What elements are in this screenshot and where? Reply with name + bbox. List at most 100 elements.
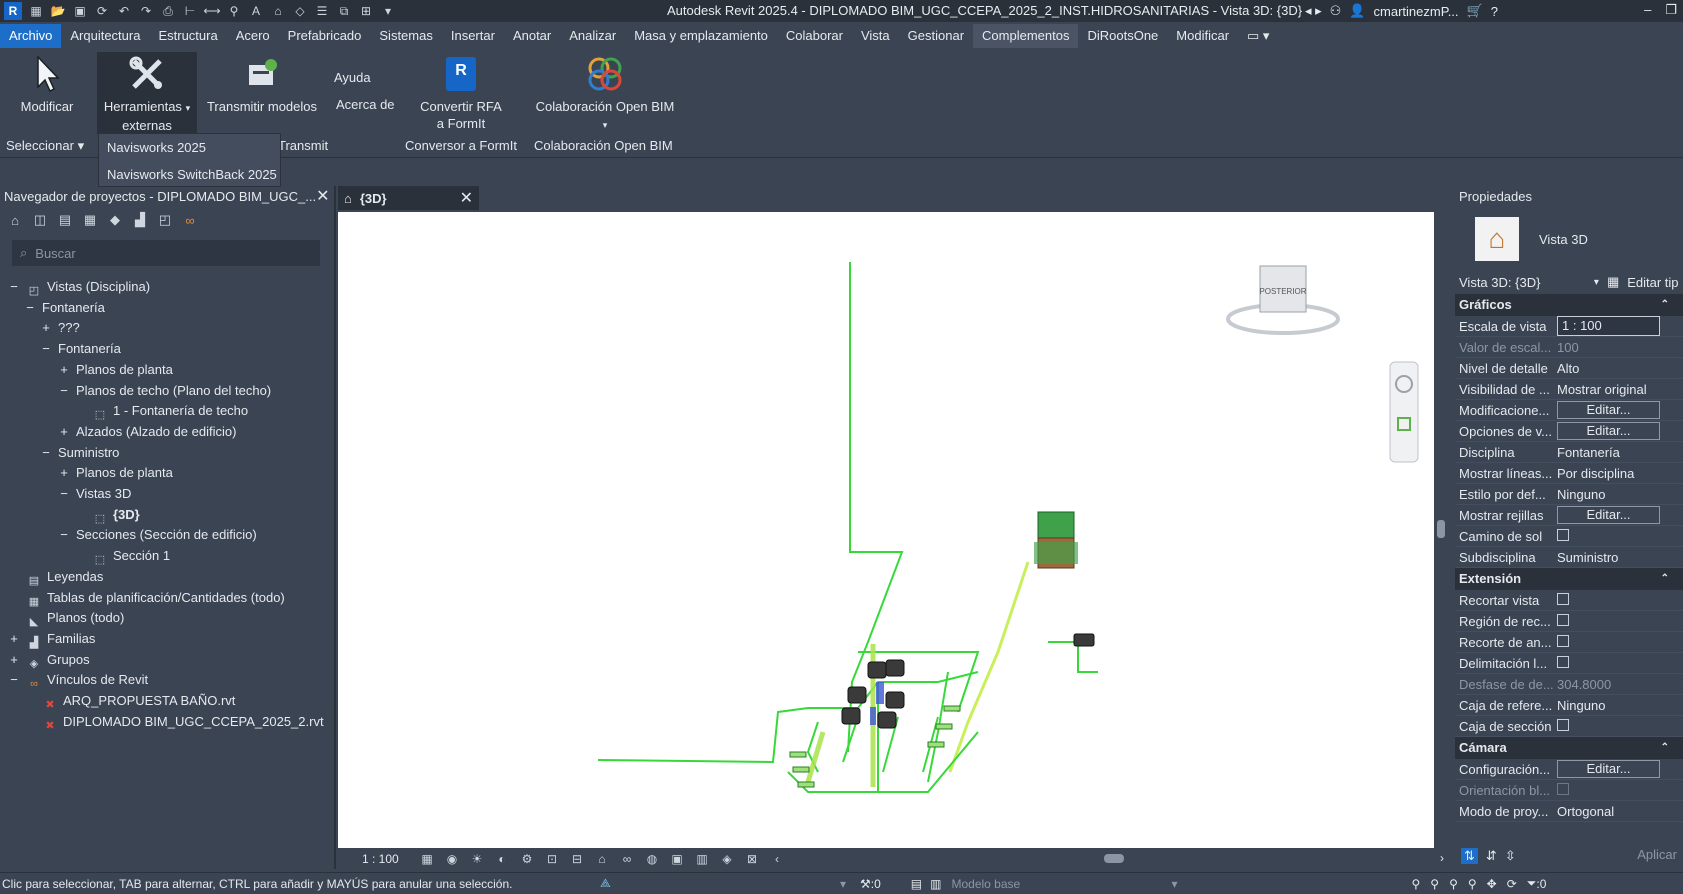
collapse-icon[interactable]: − — [58, 524, 70, 546]
analytical-icon[interactable]: ◈ — [719, 852, 735, 866]
view-3d-icon[interactable]: ◰ — [156, 212, 174, 228]
instance-dropdown[interactable]: Vista 3D: {3D} — [1459, 275, 1586, 290]
property-checkbox[interactable] — [1557, 592, 1569, 605]
filter-icon[interactable]: ⏷ — [1527, 876, 1537, 891]
tab-estructura[interactable]: Estructura — [149, 24, 226, 48]
property-value[interactable]: Alto — [1555, 361, 1665, 376]
editable-only-icon[interactable]: ▾ — [840, 877, 846, 891]
tab-complementos[interactable]: Complementos — [973, 24, 1079, 48]
crop-view-icon[interactable]: ⊡ — [544, 852, 560, 866]
visual-style-icon[interactable]: ◉ — [444, 852, 460, 866]
3d-view-icon[interactable]: ⌂ — [270, 3, 286, 19]
sun-path-icon[interactable]: ☀ — [469, 852, 485, 866]
browser-tree-item[interactable]: ▤ Leyendas — [8, 566, 104, 588]
detail-level-icon[interactable]: ▦ — [419, 852, 435, 866]
3d-view-canvas[interactable]: POSTERIOR — [338, 212, 1434, 848]
sort-icon[interactable]: ⇅ — [1461, 848, 1478, 864]
tag-icon[interactable]: ⚲ — [226, 3, 242, 19]
scroll-thumb[interactable] — [1437, 520, 1445, 538]
ribbon-display-icon[interactable]: ▭ ▾ — [1238, 24, 1278, 48]
sort-ascending-icon[interactable]: ⇵ — [1486, 848, 1497, 864]
browser-tree-item[interactable]: − Suministro — [40, 442, 119, 464]
modify-button[interactable]: Modificar — [14, 54, 80, 115]
close-icon[interactable]: ✕ — [316, 186, 329, 208]
property-value[interactable]: Ortogonal — [1555, 804, 1665, 819]
browser-tree-item[interactable]: +??? — [40, 317, 80, 339]
browser-tree-item[interactable]: − ◰ Vistas (Disciplina) — [8, 276, 150, 298]
main-model-label[interactable]: Modelo base — [951, 877, 1171, 891]
tab-archivo[interactable]: Archivo — [0, 24, 62, 48]
select-pinned-icon[interactable]: ⚲ — [1449, 877, 1458, 891]
external-tools-button[interactable]: Herramientas ▾ externas — [97, 52, 197, 134]
tab-analizar[interactable]: Analizar — [560, 24, 625, 48]
reveal-hidden-icon[interactable]: ◍ — [644, 852, 660, 866]
link-icon[interactable]: ∞ — [181, 212, 199, 228]
schedules-icon[interactable]: ▦ — [81, 212, 99, 228]
select-underlay-icon[interactable]: ⚲ — [1430, 877, 1439, 891]
home-icon[interactable]: ▦ — [28, 3, 44, 19]
property-checkbox[interactable] — [1557, 613, 1569, 626]
tab-prefabricado[interactable]: Prefabricado — [279, 24, 371, 48]
browser-tree-item[interactable]: ⬚ Sección 1 — [74, 545, 170, 567]
apply-button[interactable]: Aplicar — [1637, 847, 1677, 862]
thin-lines-icon[interactable]: ☰ — [314, 3, 330, 19]
close-hidden-icon[interactable]: ⧉ — [336, 3, 352, 19]
tab-acero[interactable]: Acero — [227, 24, 279, 48]
design-option-icon[interactable]: ▥ — [930, 877, 941, 891]
edit-button[interactable]: Editar... — [1557, 422, 1660, 440]
tab-sistemas[interactable]: Sistemas — [370, 24, 441, 48]
browser-tree-item[interactable]: ✖ DIPLOMADO BIM_UGC_CCEPA_2025_2.rvt — [24, 711, 323, 733]
shadows-icon[interactable]: ◐ — [494, 852, 510, 866]
property-value[interactable]: Ninguno — [1555, 487, 1665, 502]
property-group-header[interactable]: Cámara ⌃ — [1455, 737, 1683, 759]
edit-button[interactable]: Editar... — [1557, 401, 1660, 419]
section-icon[interactable]: ◇ — [292, 3, 308, 19]
nav-arrows-icon[interactable]: ◂ ▸ — [1305, 3, 1322, 19]
collapse-icon[interactable]: − — [24, 297, 36, 319]
edit-button[interactable]: Editar... — [1557, 760, 1660, 778]
close-tab-icon[interactable]: ✕ — [460, 188, 473, 208]
search-input[interactable]: ⌕ Buscar — [12, 240, 320, 266]
render-icon[interactable]: ⚙ — [519, 852, 535, 866]
browser-tree-item[interactable]: ▦ Tablas de planificación/Cantidades (tod… — [8, 587, 285, 609]
cart-icon[interactable]: 🛒 — [1467, 3, 1483, 19]
text-icon[interactable]: A — [248, 3, 264, 19]
switch-windows-icon[interactable]: ⊞ — [358, 3, 374, 19]
view-scale[interactable]: 1 : 100 — [362, 852, 410, 866]
browser-tree-item[interactable]: + ▟ Familias — [8, 628, 95, 650]
property-group-header[interactable]: Extensión ⌃ — [1455, 568, 1683, 590]
collapse-group-icon[interactable]: ⌃ — [1661, 737, 1669, 759]
collapse-icon[interactable]: − — [40, 338, 52, 360]
customize-icon[interactable]: ▾ — [380, 3, 396, 19]
navigation-bar[interactable] — [1389, 361, 1419, 463]
collapse-group-icon[interactable]: ⌃ — [1661, 294, 1669, 316]
edit-button[interactable]: Editar... — [1557, 506, 1660, 524]
tab-masa-y-emplazamiento[interactable]: Masa y emplazamiento — [625, 24, 777, 48]
property-value[interactable]: Mostrar original — [1555, 382, 1665, 397]
background-process-icon[interactable]: ⟳ — [1507, 877, 1517, 891]
expand-icon[interactable]: + — [40, 317, 52, 339]
model-dropdown-icon[interactable]: ▾ — [1171, 877, 1411, 891]
expand-icon[interactable]: + — [58, 462, 70, 484]
tab-anotar[interactable]: Anotar — [504, 24, 560, 48]
browser-tree-item[interactable]: − ∞ Vínculos de Revit — [8, 669, 148, 691]
tab-arquitectura[interactable]: Arquitectura — [61, 24, 149, 48]
lock-view-icon[interactable]: ⌂ — [594, 852, 610, 866]
type-selector[interactable]: ⌂ Vista 3D — [1455, 208, 1683, 270]
browser-tree-item[interactable]: + Planos de planta — [58, 359, 173, 381]
design-options-icon[interactable]: ⟁ — [600, 876, 840, 891]
collab-icon[interactable]: ⚇ — [1330, 3, 1342, 19]
tab-colaborar[interactable]: Colaborar — [777, 24, 852, 48]
browser-tree-item[interactable]: − Planos de techo (Plano del techo) — [58, 380, 271, 402]
open-icon[interactable]: 📂 — [50, 3, 66, 19]
property-checkbox[interactable] — [1557, 655, 1569, 668]
redo-icon[interactable]: ↷ — [138, 3, 154, 19]
property-value[interactable]: Ninguno — [1555, 698, 1665, 713]
about-button[interactable]: Acerca de — [336, 96, 400, 113]
minimize-icon[interactable]: – — [1644, 2, 1651, 18]
user-icon[interactable]: 👤 — [1349, 3, 1365, 19]
browser-tree-item[interactable]: ✖ ARQ_PROPUESTA BAÑO.rvt — [24, 690, 235, 712]
dropdown-item-0[interactable]: Navisworks 2025 — [99, 134, 280, 161]
viewcube[interactable]: POSTERIOR — [1226, 265, 1340, 335]
main-model-icon[interactable]: ▤ — [911, 877, 922, 891]
